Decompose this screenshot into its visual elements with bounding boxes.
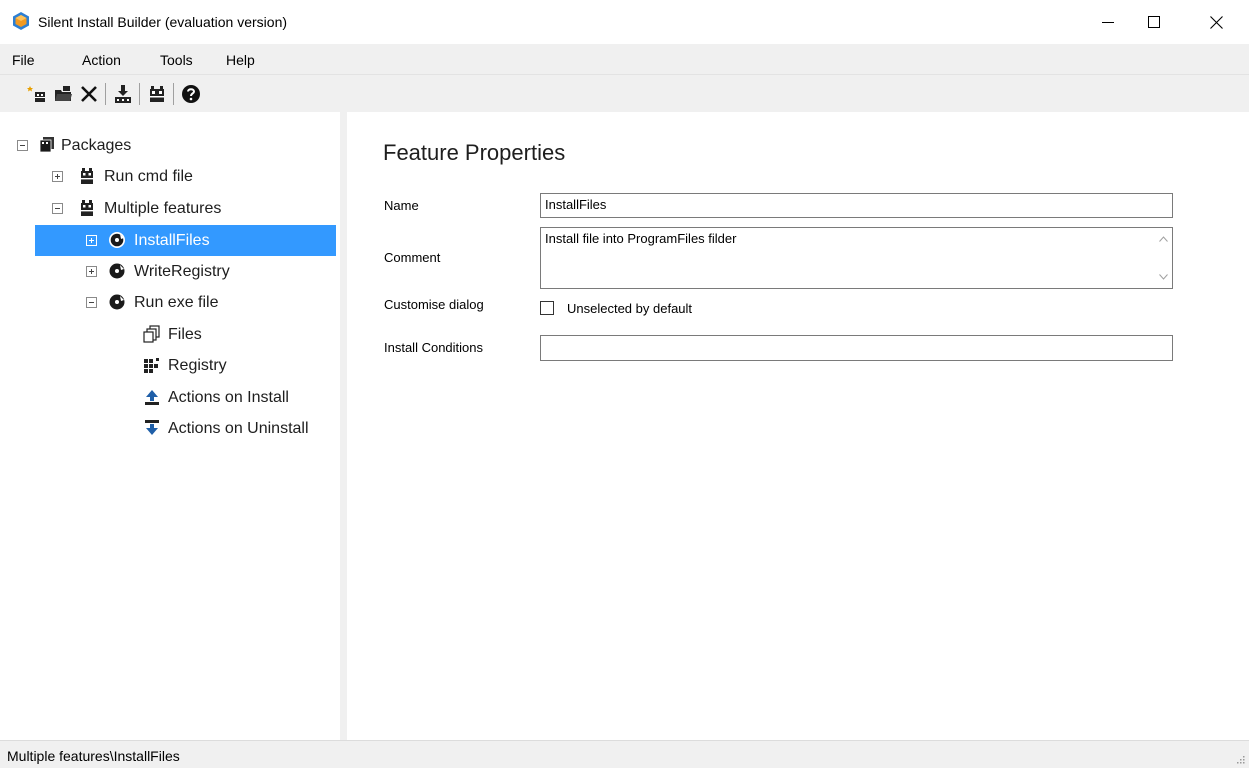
- tree-label: Registry: [168, 357, 227, 374]
- tree-node-packages[interactable]: Packages: [0, 130, 340, 161]
- collapse-toggle[interactable]: [17, 140, 28, 151]
- feature-properties-panel: Feature Properties Name InstallFiles Com…: [347, 112, 1249, 740]
- install-conditions-label: Install Conditions: [384, 340, 483, 355]
- tree-label: Run exe file: [134, 294, 219, 311]
- files-icon: [143, 325, 160, 343]
- name-field[interactable]: InstallFiles: [540, 193, 1173, 218]
- tree-node-run-exe-file[interactable]: Run exe file: [0, 287, 340, 318]
- tree-node-actions-on-install[interactable]: Actions on Install: [0, 382, 340, 413]
- collapse-toggle[interactable]: [86, 297, 97, 308]
- tree-node-run-cmd-file[interactable]: Run cmd file: [0, 161, 340, 192]
- new-package-button[interactable]: [26, 83, 48, 105]
- tree-label: Actions on Install: [168, 389, 289, 406]
- unselected-by-default-checkbox[interactable]: [540, 301, 554, 315]
- tree-label: Multiple features: [104, 200, 222, 217]
- tree-node-registry[interactable]: Registry: [0, 350, 340, 381]
- help-icon: [182, 85, 200, 103]
- build-icon: [115, 85, 131, 103]
- package-icon: [81, 168, 93, 184]
- package-icon: [81, 200, 93, 216]
- maximize-button[interactable]: [1131, 0, 1177, 44]
- tree-label: Actions on Uninstall: [168, 420, 309, 437]
- registry-icon: [144, 358, 159, 373]
- status-bar: Multiple features\InstallFiles: [0, 740, 1249, 768]
- comment-label: Comment: [384, 250, 441, 265]
- toolbar-separator: [139, 83, 140, 105]
- menu-tools[interactable]: Tools: [160, 51, 193, 69]
- tree-node-installfiles[interactable]: InstallFiles: [35, 225, 336, 256]
- comment-field-value: Install file into ProgramFiles filder: [545, 231, 737, 246]
- delete-icon: [81, 86, 97, 102]
- expand-toggle[interactable]: [86, 235, 97, 246]
- tree-label: Packages: [61, 137, 132, 154]
- menu-action[interactable]: Action: [82, 51, 121, 69]
- new-package-icon: [27, 86, 45, 102]
- collapse-toggle[interactable]: [52, 203, 63, 214]
- tree-label: InstallFiles: [134, 232, 210, 249]
- install-conditions-field[interactable]: [540, 335, 1173, 361]
- build-button[interactable]: [112, 83, 134, 105]
- minimize-button[interactable]: [1085, 0, 1131, 44]
- comment-field[interactable]: Install file into ProgramFiles filder: [540, 227, 1173, 289]
- delete-button[interactable]: [78, 83, 100, 105]
- close-icon: [1209, 15, 1223, 29]
- packages-icon: [39, 137, 54, 153]
- window-title: Silent Install Builder (evaluation versi…: [38, 14, 288, 30]
- tree-label: Files: [168, 326, 202, 343]
- checkbox-label[interactable]: Unselected by default: [567, 300, 692, 318]
- tree-node-writeregistry[interactable]: WriteRegistry: [0, 256, 340, 287]
- customise-dialog-label: Customise dialog: [384, 297, 484, 312]
- feature-disc-icon: [109, 263, 125, 279]
- feature-disc-icon: [109, 294, 125, 310]
- package-icon: [150, 86, 164, 102]
- install-action-icon: [145, 390, 159, 405]
- title-bar: Silent Install Builder (evaluation versi…: [0, 0, 1249, 44]
- menu-file[interactable]: File: [12, 51, 35, 69]
- panel-splitter[interactable]: [340, 112, 347, 740]
- feature-disc-icon: [109, 232, 125, 248]
- package-tree[interactable]: Packages Run cmd file Multiple features …: [0, 112, 340, 740]
- status-path: Multiple features\InstallFiles: [7, 748, 180, 764]
- maximize-icon: [1148, 16, 1160, 28]
- name-field-value: InstallFiles: [545, 197, 607, 212]
- open-package-icon: [55, 86, 72, 101]
- expand-toggle[interactable]: [86, 266, 97, 277]
- menu-help[interactable]: Help: [226, 51, 255, 69]
- expand-toggle[interactable]: [52, 171, 63, 182]
- scroll-down-icon[interactable]: [1159, 274, 1168, 280]
- page-title: Feature Properties: [383, 140, 566, 165]
- tree-label: Run cmd file: [104, 168, 193, 185]
- tree-node-multiple-features[interactable]: Multiple features: [0, 193, 340, 224]
- help-button[interactable]: [180, 83, 202, 105]
- scroll-up-icon[interactable]: [1159, 236, 1168, 242]
- close-button[interactable]: [1193, 0, 1239, 44]
- tree-node-actions-on-uninstall[interactable]: Actions on Uninstall: [0, 413, 340, 444]
- tree-label: WriteRegistry: [134, 263, 230, 280]
- uninstall-action-icon: [145, 420, 159, 435]
- open-package-button[interactable]: [52, 83, 74, 105]
- menu-bar: File Action Tools Help: [0, 44, 1249, 74]
- toolbar-separator: [173, 83, 174, 105]
- app-logo-icon: [13, 12, 29, 30]
- comment-scrollbar[interactable]: [1155, 228, 1172, 288]
- tree-node-files[interactable]: Files: [0, 319, 340, 350]
- name-label: Name: [384, 198, 419, 213]
- package-button[interactable]: [146, 83, 168, 105]
- toolbar: [0, 74, 1249, 112]
- resize-grip-icon[interactable]: [1235, 754, 1245, 764]
- minimize-icon: [1102, 22, 1114, 23]
- toolbar-separator: [105, 83, 106, 105]
